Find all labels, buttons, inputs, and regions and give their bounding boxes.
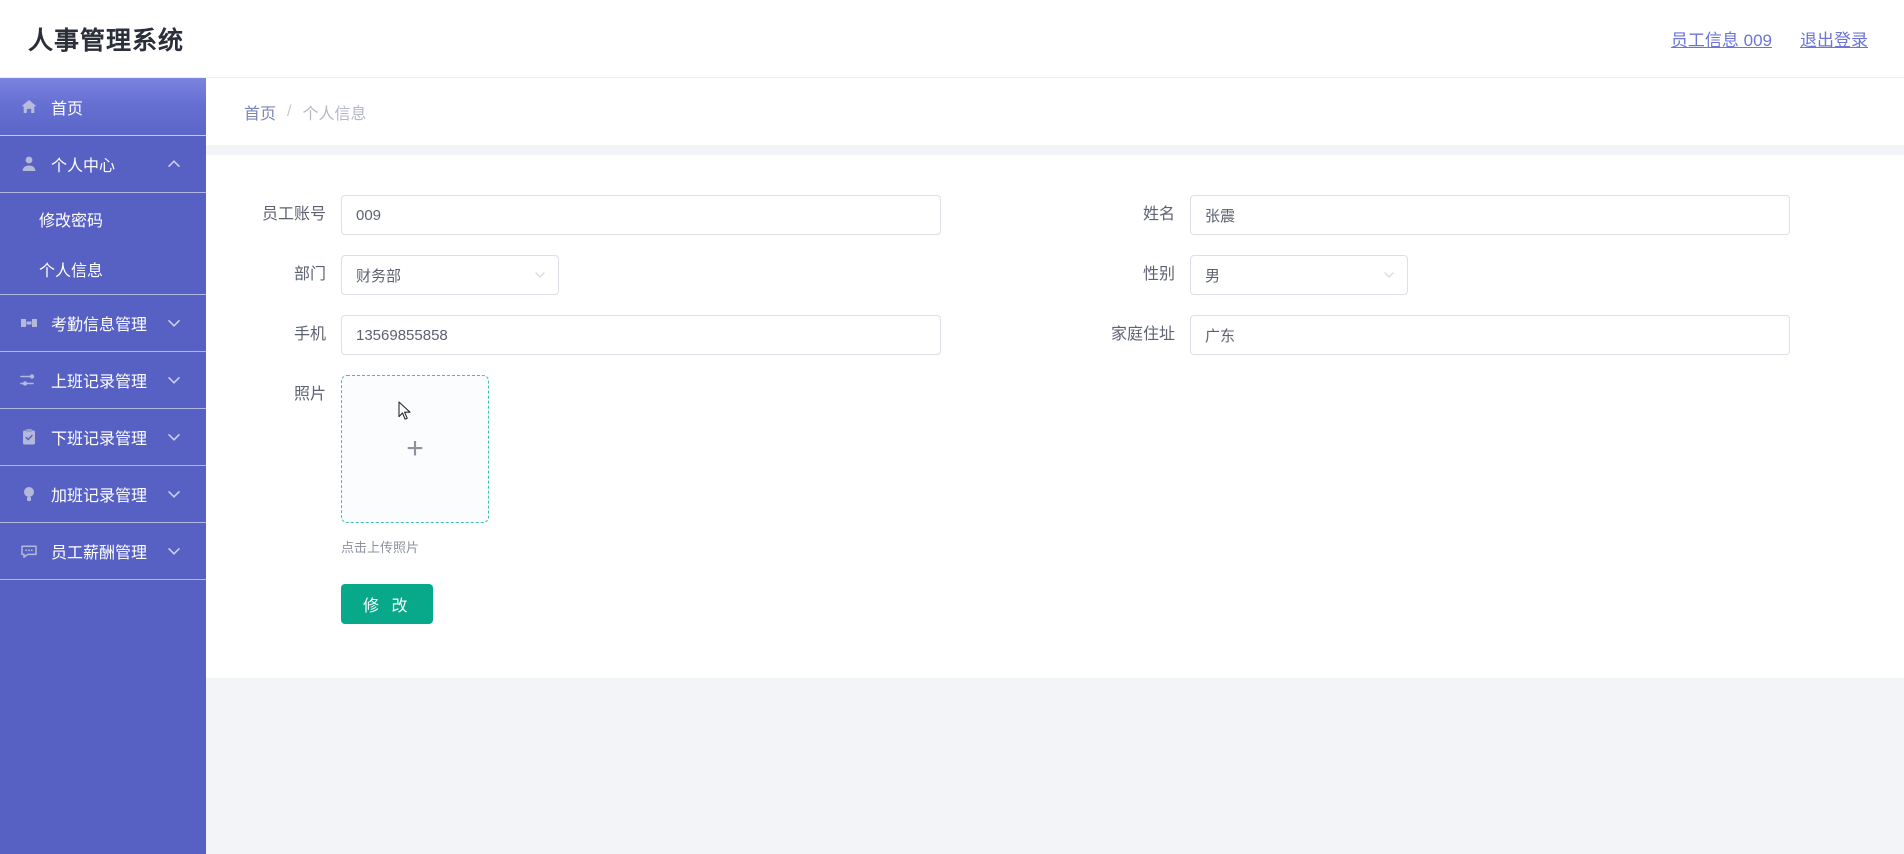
field-name: 姓名 bbox=[1055, 195, 1904, 235]
phone-label: 手机 bbox=[293, 326, 326, 343]
sidebar-item-label: 加班记录管理 bbox=[51, 488, 148, 505]
photo-upload-hint: 点击上传照片 bbox=[341, 540, 420, 555]
chevron-down-icon bbox=[164, 541, 184, 561]
sidebar-item-label: 员工薪酬管理 bbox=[51, 545, 148, 562]
sidebar-item-overtime-records[interactable]: 加班记录管理 bbox=[0, 466, 206, 523]
sidebar-item-attendance-info[interactable]: 考勤信息管理 bbox=[0, 295, 206, 352]
department-select[interactable]: 财务部 bbox=[341, 255, 559, 295]
sidebar-item-work-start-records[interactable]: 上班记录管理 bbox=[0, 352, 206, 409]
photo-upload-box[interactable]: + bbox=[341, 375, 489, 523]
department-label: 部门 bbox=[293, 266, 326, 283]
address-input[interactable] bbox=[1190, 315, 1790, 355]
gender-value: 男 bbox=[1205, 267, 1221, 285]
chevron-down-icon bbox=[164, 484, 184, 504]
bulb-icon bbox=[18, 483, 40, 505]
main-content: 首页 / 个人信息 员工账号 姓名 部门 财务部 bbox=[206, 78, 1904, 854]
clipboard-check-icon bbox=[18, 426, 40, 448]
app-title: 人事管理系统 bbox=[28, 26, 185, 55]
sidebar-nav: 首页 个人中心 修改密码 个人信息 考勤信息管理 上班记录管理 下班记录管理 加… bbox=[0, 78, 206, 854]
breadcrumb-current: 个人信息 bbox=[302, 105, 367, 123]
chevron-up-icon bbox=[164, 154, 184, 174]
breadcrumb: 首页 / 个人信息 bbox=[206, 78, 1904, 145]
name-label: 姓名 bbox=[1142, 206, 1175, 223]
chevron-down-icon bbox=[533, 268, 547, 282]
sidebar-item-label: 考勤信息管理 bbox=[51, 317, 148, 334]
sidebar-item-label: 下班记录管理 bbox=[51, 431, 148, 448]
logout-link[interactable]: 退出登录 bbox=[1800, 26, 1868, 51]
sidebar-subitem-personal-info[interactable]: 个人信息 bbox=[0, 244, 206, 295]
form-row-phone-address: 手机 家庭住址 bbox=[206, 315, 1904, 355]
home-icon bbox=[18, 96, 40, 118]
sliders-icon bbox=[18, 369, 40, 391]
gender-label: 性别 bbox=[1142, 266, 1175, 283]
form-row-photo: 照片 + 点击上传照片 修 改 bbox=[206, 375, 1904, 624]
photo-label: 照片 bbox=[293, 386, 326, 403]
user-icon bbox=[18, 153, 40, 175]
sidebar-item-personal-center[interactable]: 个人中心 bbox=[0, 136, 206, 193]
phone-input[interactable] bbox=[341, 315, 941, 355]
breadcrumb-home[interactable]: 首页 bbox=[244, 100, 276, 124]
name-input[interactable] bbox=[1190, 195, 1790, 235]
field-account: 员工账号 bbox=[206, 195, 1055, 235]
personal-info-card: 员工账号 姓名 部门 财务部 性别 男 bbox=[206, 155, 1904, 678]
form-row-account-name: 员工账号 姓名 bbox=[206, 195, 1904, 235]
sidebar-item-home[interactable]: 首页 bbox=[0, 78, 206, 136]
sidebar-item-label: 个人中心 bbox=[51, 158, 116, 175]
chevron-down-icon bbox=[164, 427, 184, 447]
sidebar-item-label: 上班记录管理 bbox=[51, 374, 148, 391]
form-row-department-gender: 部门 财务部 性别 男 bbox=[206, 255, 1904, 295]
photo-upload-wrapper: + 点击上传照片 修 改 bbox=[341, 375, 489, 624]
sidebar-item-work-end-records[interactable]: 下班记录管理 bbox=[0, 409, 206, 466]
mouse-cursor-icon bbox=[398, 401, 413, 423]
sidebar-subitem-change-password[interactable]: 修改密码 bbox=[0, 193, 206, 244]
sidebar-item-label: 首页 bbox=[51, 100, 84, 118]
chevron-down-icon bbox=[164, 370, 184, 390]
account-input[interactable] bbox=[341, 195, 941, 235]
attendance-icon bbox=[18, 312, 40, 334]
field-address: 家庭住址 bbox=[1055, 315, 1904, 355]
submit-button[interactable]: 修 改 bbox=[341, 584, 434, 624]
sidebar-item-salary-management[interactable]: 员工薪酬管理 bbox=[0, 523, 206, 580]
header-actions: 员工信息 009 退出登录 bbox=[1671, 26, 1868, 51]
field-phone: 手机 bbox=[206, 315, 1055, 355]
sidebar-subitem-label: 个人信息 bbox=[39, 263, 104, 280]
field-photo: 照片 + 点击上传照片 修 改 bbox=[206, 375, 1055, 624]
address-label: 家庭住址 bbox=[1110, 326, 1175, 343]
account-label: 员工账号 bbox=[261, 206, 326, 223]
top-header: 人事管理系统 员工信息 009 退出登录 bbox=[0, 0, 1904, 78]
sidebar-subitem-label: 修改密码 bbox=[39, 212, 104, 230]
field-department: 部门 财务部 bbox=[206, 255, 1055, 295]
gender-select[interactable]: 男 bbox=[1190, 255, 1408, 295]
field-gender: 性别 男 bbox=[1055, 255, 1904, 295]
chevron-down-icon bbox=[1382, 268, 1396, 282]
message-icon bbox=[18, 540, 40, 562]
employee-info-link[interactable]: 员工信息 009 bbox=[1671, 26, 1772, 51]
department-value: 财务部 bbox=[356, 267, 402, 285]
breadcrumb-separator: / bbox=[287, 102, 292, 120]
plus-icon: + bbox=[406, 432, 424, 465]
chevron-down-icon bbox=[164, 313, 184, 333]
